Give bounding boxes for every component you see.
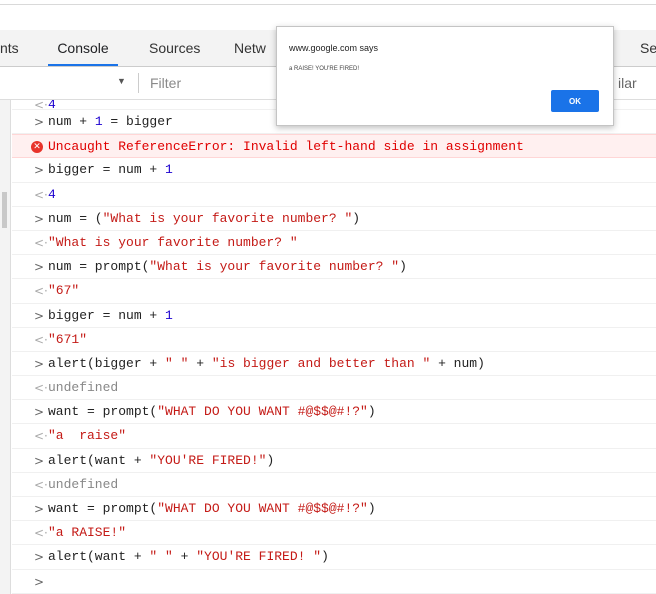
console-line-text: alert(bigger + " " + "is bigger and bett… xyxy=(48,355,485,371)
alert-dialog: www.google.com says a RAISE! YOU'RE FIRE… xyxy=(276,26,614,126)
console-line-text: num = prompt("What is your favorite numb… xyxy=(48,259,407,275)
prompt-arrow-icon: > xyxy=(34,502,45,516)
ok-button[interactable]: OK xyxy=(551,90,599,112)
console-line-text: num + 1 = bigger xyxy=(48,114,173,129)
console-input-line: > alert(want + "YOU'RE FIRED!") xyxy=(12,449,656,473)
console-input-line: > bigger = num + 1 xyxy=(12,158,656,183)
tab-console[interactable]: Console xyxy=(48,30,118,66)
result-arrow-icon: <· xyxy=(34,526,48,541)
prompt-arrow-icon: > xyxy=(34,405,45,420)
filter-divider xyxy=(138,73,139,93)
prompt-arrow-icon: > xyxy=(34,163,45,178)
console-line-text: Uncaught ReferenceError: Invalid left-ha… xyxy=(48,139,524,155)
console-input-line: > alert(bigger + " " + "is bigger and bet… xyxy=(12,352,656,377)
group-similar-label[interactable]: ilar xyxy=(618,75,637,91)
prompt-arrow-icon: > xyxy=(34,211,45,226)
result-arrow-icon: <· xyxy=(34,429,48,444)
console-line-text: want = prompt("WHAT DO YOU WANT #@$$@#!?… xyxy=(48,501,376,516)
console-result-line: <· "a RAISE!" xyxy=(12,521,656,546)
console-line-text: "a raise" xyxy=(48,428,127,444)
console-input-line: > num = prompt("What is your favorite num… xyxy=(12,255,656,280)
error-circle-icon: ✕ xyxy=(31,141,43,154)
console-result-line: <· "What is your favorite number? " xyxy=(12,231,656,256)
console-messages: <· 4 > num + 1 = bigger ✕ Uncaught ReferenceE… xyxy=(12,100,656,594)
console-input-line: > num = ("What is your favorite number? "… xyxy=(12,207,656,231)
prompt-arrow-icon: > xyxy=(34,574,45,589)
console-result-line: <· "a raise" xyxy=(12,424,656,449)
console-line-text: "What is your favorite number? " xyxy=(48,234,298,250)
dialog-title: www.google.com says xyxy=(289,43,379,53)
console-error-line: ✕ Uncaught ReferenceError: Invalid left-h… xyxy=(12,134,656,159)
tab-elements[interactable]: nts xyxy=(0,30,19,66)
console-line-text: alert(want + " " + "YOU'RE FIRED! ") xyxy=(48,549,329,565)
console-result-line: <· 4 xyxy=(12,183,656,207)
console-input-line: > bigger = num + 1 xyxy=(12,304,656,328)
console-line-text: bigger = num + 1 xyxy=(48,307,173,323)
tab-security[interactable]: Se xyxy=(640,30,656,66)
tab-network[interactable]: Netw xyxy=(234,30,278,66)
console-line-text: want = prompt("WHAT DO YOU WANT #@$$@#!?… xyxy=(48,404,376,420)
console-prompt-line: > xyxy=(12,570,656,594)
dialog-message: a RAISE! YOU'RE FIRED! xyxy=(289,66,360,72)
prompt-arrow-icon: > xyxy=(34,115,45,129)
console-result-line: <· "671" xyxy=(12,328,656,352)
tab-sources[interactable]: Sources xyxy=(149,30,200,66)
triangle-down-icon[interactable]: ▼ xyxy=(117,76,126,86)
console-line-text: 4 xyxy=(48,100,56,110)
result-arrow-icon: <· xyxy=(34,284,48,299)
prompt-arrow-icon: > xyxy=(34,356,45,371)
console-line-text: "67" xyxy=(48,283,80,299)
scrollbar-thumb[interactable] xyxy=(2,192,7,228)
console-line-text: 4 xyxy=(48,186,56,202)
browser-top-divider xyxy=(0,4,656,5)
console-result-line: <· undefined xyxy=(12,376,656,401)
result-arrow-icon: <· xyxy=(34,332,48,347)
prompt-arrow-icon: > xyxy=(34,453,45,468)
console-input-line: > alert(want + " " + "YOU'RE FIRED! ") xyxy=(12,545,656,570)
result-arrow-icon: <· xyxy=(34,187,48,202)
result-arrow-icon: <· xyxy=(34,235,48,250)
console-line-text: alert(want + "YOU'RE FIRED!") xyxy=(48,452,275,468)
console-line-text: "671" xyxy=(48,331,88,347)
console-gutter xyxy=(0,100,11,594)
console-result-line: <· "67" xyxy=(12,279,656,304)
console-line-text: undefined xyxy=(48,476,119,492)
console-line-text: "a RAISE!" xyxy=(48,525,127,541)
console-input-line: > want = prompt("WHAT DO YOU WANT #@$$@#!… xyxy=(12,497,656,522)
console-line-text: undefined xyxy=(48,380,119,396)
console-result-line: <· undefined xyxy=(12,473,656,497)
result-arrow-icon: <· xyxy=(34,477,48,492)
console-input-line: > want = prompt("WHAT DO YOU WANT #@$$@#!… xyxy=(12,400,656,425)
prompt-arrow-icon: > xyxy=(34,550,45,565)
console-line-text: bigger = num + 1 xyxy=(48,162,173,178)
prompt-arrow-icon: > xyxy=(34,308,45,323)
prompt-arrow-icon: > xyxy=(34,260,45,275)
result-arrow-icon: <· xyxy=(34,381,48,396)
console-line-text: num = ("What is your favorite number? ") xyxy=(48,210,361,226)
result-arrow-icon: <· xyxy=(34,100,48,110)
